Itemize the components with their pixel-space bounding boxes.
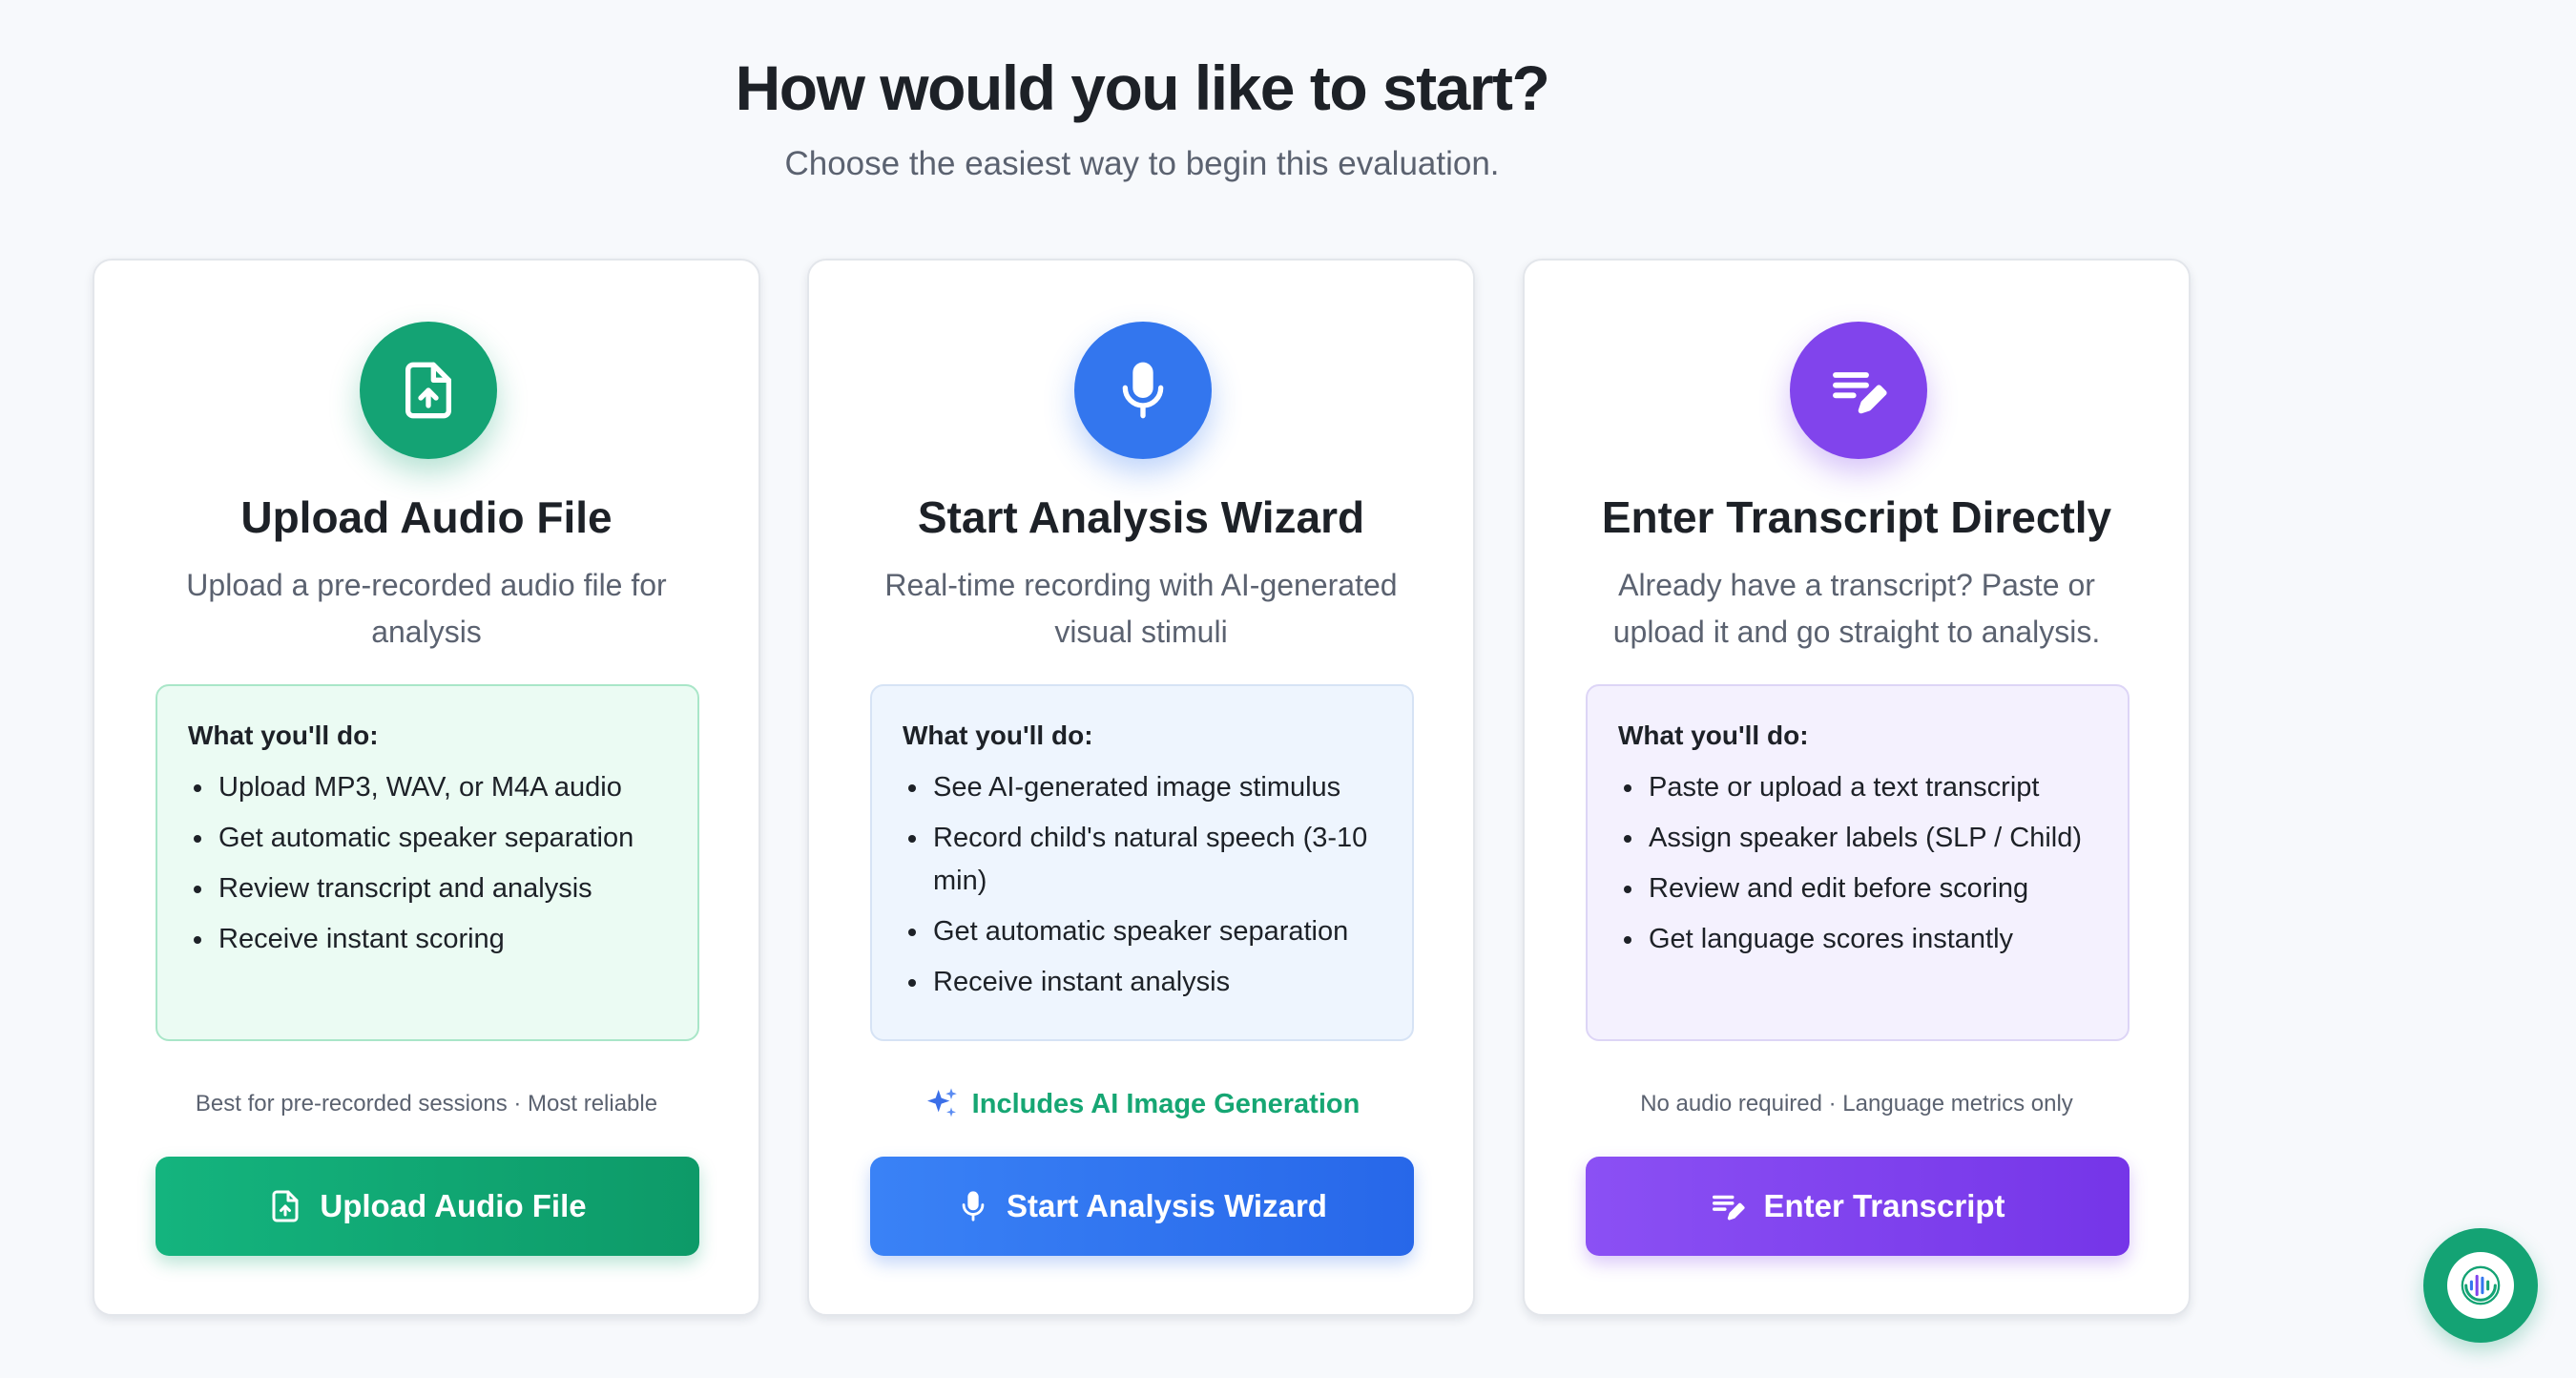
- card-description: Already have a transcript? Paste or uplo…: [1612, 568, 2101, 649]
- steps-box: What you'll do: Upload MP3, WAV, or M4A …: [156, 684, 699, 1041]
- button-label: Enter Transcript: [1763, 1188, 2005, 1223]
- microphone-icon: [1074, 322, 1212, 459]
- microphone-icon: [962, 1191, 985, 1221]
- upload-audio-card[interactable]: Upload Audio File Upload a pre-recorded …: [93, 259, 760, 1316]
- edit-note-icon: [1713, 1195, 1746, 1221]
- assistant-voice-icon: [2447, 1252, 2514, 1319]
- page-header: How would you like to start? Choose the …: [0, 50, 2284, 185]
- start-wizard-button[interactable]: Start Analysis Wizard: [870, 1157, 1414, 1256]
- steps-box: What you'll do: Paste or upload a text t…: [1586, 684, 2129, 1041]
- file-upload-icon: [360, 322, 497, 459]
- card-title: Upload Audio File: [240, 492, 613, 542]
- card-description: Upload a pre-recorded audio file for ana…: [186, 568, 667, 649]
- button-label: Start Analysis Wizard: [1007, 1188, 1327, 1223]
- steps-heading: What you'll do:: [1618, 720, 1809, 750]
- card-description: Real-time recording with AI-generated vi…: [884, 568, 1398, 649]
- start-page: How would you like to start? Choose the …: [0, 0, 2576, 1378]
- assistant-fab-button[interactable]: [2423, 1228, 2538, 1343]
- button-label: Upload Audio File: [320, 1188, 587, 1223]
- page-title: How would you like to start?: [735, 52, 1550, 123]
- list-item: Upload MP3, WAV, or M4A audio: [188, 766, 667, 809]
- list-item: Record child's natural speech (3-10 min): [903, 817, 1381, 903]
- card-title: Start Analysis Wizard: [917, 492, 1365, 542]
- page-subtitle: Choose the easiest way to begin this eva…: [784, 145, 1500, 182]
- list-item: Receive instant scoring: [188, 918, 667, 961]
- analysis-wizard-card[interactable]: Start Analysis Wizard Real-time recordin…: [807, 259, 1475, 1316]
- file-upload-icon: [272, 1190, 299, 1222]
- enter-transcript-button[interactable]: Enter Transcript: [1586, 1157, 2129, 1256]
- card-title: Enter Transcript Directly: [1601, 492, 2112, 542]
- note-text: Includes AI Image Generation: [971, 1089, 1361, 1119]
- list-item: Review and edit before scoring: [1618, 867, 2097, 910]
- steps-heading: What you'll do:: [903, 720, 1093, 750]
- list-item: Get automatic speaker separation: [188, 817, 667, 860]
- sparkles-icon: [926, 1088, 957, 1117]
- list-item: Paste or upload a text transcript: [1618, 766, 2097, 809]
- card-note: No audio required · Language metrics onl…: [1640, 1091, 2073, 1117]
- list-item: Get language scores instantly: [1618, 918, 2097, 961]
- steps-heading: What you'll do:: [188, 720, 379, 750]
- list-item: See AI-generated image stimulus: [903, 766, 1381, 809]
- list-item: Receive instant analysis: [903, 961, 1381, 1004]
- steps-box: What you'll do: See AI-generated image s…: [870, 684, 1414, 1041]
- list-item: Get automatic speaker separation: [903, 910, 1381, 953]
- steps-list: Paste or upload a text transcript Assign…: [1618, 766, 2097, 961]
- list-item: Review transcript and analysis: [188, 867, 667, 910]
- edit-note-icon: [1790, 322, 1927, 459]
- steps-list: See AI-generated image stimulus Record c…: [903, 766, 1381, 1004]
- upload-audio-button[interactable]: Upload Audio File: [156, 1157, 699, 1256]
- transcript-card[interactable]: Enter Transcript Directly Already have a…: [1523, 259, 2191, 1316]
- steps-list: Upload MP3, WAV, or M4A audio Get automa…: [188, 766, 667, 961]
- list-item: Assign speaker labels (SLP / Child): [1618, 817, 2097, 860]
- card-note: Best for pre-recorded sessions · Most re…: [195, 1091, 658, 1117]
- ai-feature-note: Includes AI Image Generation: [809, 1085, 1473, 1123]
